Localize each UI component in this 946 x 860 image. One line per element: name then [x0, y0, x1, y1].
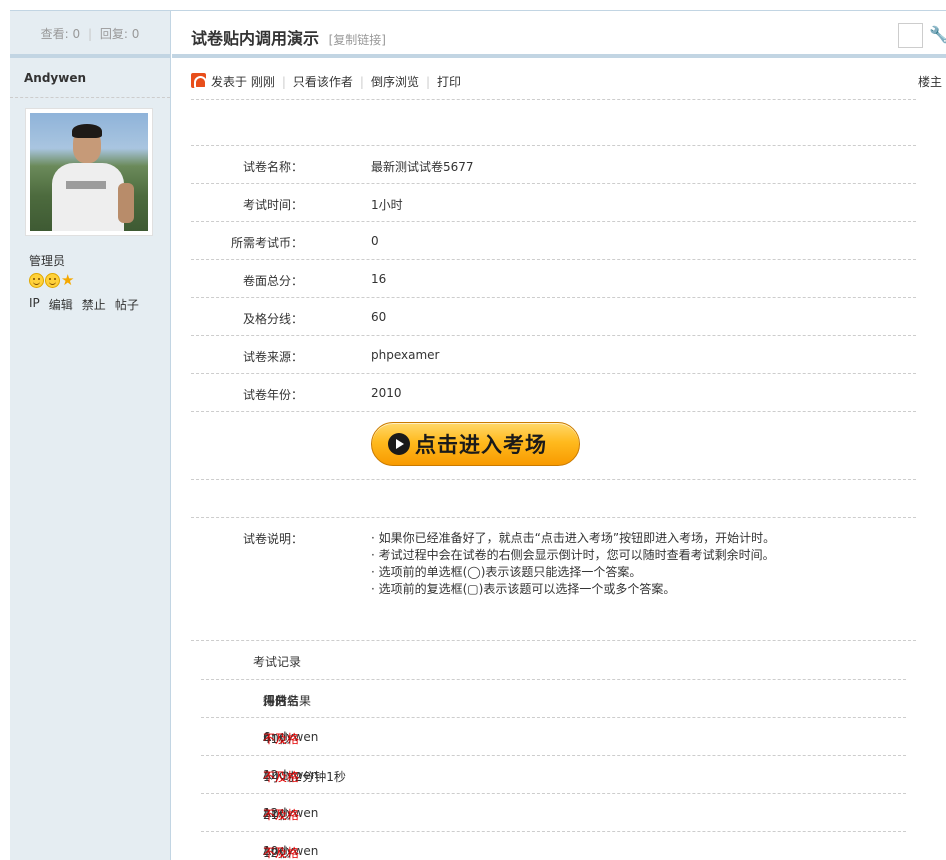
- star-icon: ★: [61, 271, 75, 289]
- replies-label: 回复:: [99, 27, 128, 41]
- online-user-icon: [191, 73, 207, 89]
- reverse-order-link[interactable]: 倒序浏览: [371, 73, 419, 90]
- copy-link-button[interactable]: [复制链接]: [329, 33, 386, 47]
- column-header-result: 评估结果: [263, 694, 312, 708]
- author-sidebar: 查看: 0 | 回复: 0 Andywen 管理员 ★ IP 编辑 禁止 帖子: [10, 11, 171, 860]
- exam-field-value: 16: [371, 272, 387, 286]
- spacer-row: [191, 479, 916, 517]
- exam-field-value: 2010: [371, 386, 402, 400]
- exam-field-label: 试卷来源：: [242, 350, 303, 364]
- description-line: · 如果你已经准备好了，就点击“点击进入考场”按钮即进入考场，开始计时。: [371, 531, 776, 545]
- exam-field-label: 卷面总分：: [242, 274, 303, 288]
- smiley-icon: [45, 273, 60, 288]
- avatar[interactable]: [30, 113, 148, 231]
- admin-links: IP 编辑 禁止 帖子: [29, 296, 139, 313]
- stats-separator: |: [87, 27, 93, 41]
- rank-icons: ★: [29, 273, 76, 288]
- thread-stats: 查看: 0 | 回复: 0: [10, 11, 170, 58]
- post-actions: 发表于 刚刚 | 只看该作者 | 倒序浏览 | 打印: [211, 73, 462, 90]
- table-row: Andywen 1小时2分钟1秒 12 不及格: [201, 756, 906, 794]
- user-role[interactable]: 管理员: [29, 252, 65, 269]
- description-line: · 选项前的单选框(◯)表示该题只能选择一个答案。: [371, 565, 642, 579]
- exam-field-value: phpexamer: [371, 348, 440, 362]
- checkbox-frame[interactable]: [898, 23, 923, 48]
- exam-records-section: 考试记录 用户名 用时 得分 评估结果 Andywen 41秒 6 不及格 An…: [191, 640, 916, 860]
- enter-exam-button[interactable]: 点击进入考场: [371, 422, 580, 466]
- exam-records-title: 考试记录: [253, 655, 302, 669]
- enter-exam-row: 点击进入考场: [191, 411, 916, 479]
- admin-link-ip[interactable]: IP: [29, 296, 40, 313]
- thread-title-bar: 试卷贴内调用演示 [复制链接] 🔧: [172, 11, 946, 58]
- post-main: 试卷贴内调用演示 [复制链接] 🔧 发表于 刚刚 | 只看该作者 | 倒序浏览 …: [172, 11, 946, 860]
- enter-exam-label: 点击进入考场: [415, 433, 547, 457]
- smiley-icon: [29, 273, 44, 288]
- exam-description-row: 试卷说明： · 如果你已经准备好了，就点击“点击进入考场”按钮即进入考场，开始计…: [191, 517, 916, 640]
- exam-field-row: 试卷名称： 最新测试试卷5677: [191, 145, 916, 183]
- views-count: 0: [72, 27, 81, 41]
- admin-link-ban[interactable]: 禁止: [82, 296, 106, 313]
- exam-field-value: 60: [371, 310, 387, 324]
- exam-field-row: 所需考试币： 0: [191, 221, 916, 259]
- exam-field-label: 试卷年份：: [242, 388, 303, 402]
- exam-field-label: 所需考试币：: [230, 236, 303, 250]
- table-row: Andywen 12秒 10 不及格: [201, 832, 906, 860]
- record-result: 不及格: [263, 808, 300, 822]
- description-line: · 考试过程中会在试卷的右侧会显示倒计时，您可以随时查看考试剩余时间。: [371, 548, 775, 562]
- table-row: Andywen 41秒 6 不及格: [201, 718, 906, 756]
- exam-description-label: 试卷说明：: [242, 532, 303, 546]
- floor-label[interactable]: 楼主: [918, 73, 942, 90]
- record-result: 不及格: [263, 732, 300, 746]
- play-icon: [388, 433, 410, 455]
- thread-title-text: 试卷贴内调用演示: [191, 29, 320, 48]
- wrench-icon[interactable]: 🔧: [929, 25, 946, 44]
- exam-field-row: 试卷年份： 2010: [191, 373, 916, 411]
- avatar-frame[interactable]: [25, 108, 153, 236]
- exam-info: 试卷名称： 最新测试试卷5677 考试时间： 1小时 所需考试币： 0 卷面总分…: [191, 145, 916, 860]
- only-author-link[interactable]: 只看该作者: [293, 73, 353, 90]
- exam-field-value: 最新测试试卷5677: [371, 160, 474, 174]
- replies-count: 0: [131, 27, 140, 41]
- admin-link-posts[interactable]: 帖子: [115, 296, 139, 313]
- exam-field-row: 卷面总分： 16: [191, 259, 916, 297]
- exam-description: · 如果你已经准备好了，就点击“点击进入考场”按钮即进入考场，开始计时。 · 考…: [371, 530, 775, 598]
- record-result: 不及格: [263, 770, 300, 784]
- author-name[interactable]: Andywen: [10, 58, 170, 98]
- exam-field-label: 考试时间：: [242, 198, 303, 212]
- table-row: Andywen 21秒 12 不及格: [201, 794, 906, 832]
- views-label: 查看:: [40, 27, 69, 41]
- description-line: · 选项前的复选框(▢)表示该题可以选择一个或多个答案。: [371, 582, 676, 596]
- exam-records-table: 用户名 用时 得分 评估结果 Andywen 41秒 6 不及格 Andywen…: [201, 679, 906, 860]
- exam-field-value: 0: [371, 234, 379, 248]
- admin-link-edit[interactable]: 编辑: [49, 296, 73, 313]
- posted-time: 发表于 刚刚: [211, 75, 275, 89]
- table-header-row: 用户名 用时 得分 评估结果: [201, 680, 906, 718]
- exam-field-label: 试卷名称：: [242, 160, 303, 174]
- exam-field-value: 1小时: [371, 198, 403, 212]
- exam-field-row: 试卷来源： phpexamer: [191, 335, 916, 373]
- record-result: 不及格: [263, 846, 300, 860]
- thread-title: 试卷贴内调用演示 [复制链接]: [191, 25, 386, 49]
- print-link[interactable]: 打印: [437, 73, 461, 90]
- post-header: 发表于 刚刚 | 只看该作者 | 倒序浏览 | 打印 楼主: [191, 58, 942, 100]
- exam-field-row: 考试时间： 1小时: [191, 183, 916, 221]
- exam-field-label: 及格分线：: [242, 312, 303, 326]
- exam-field-row: 及格分线： 60: [191, 297, 916, 335]
